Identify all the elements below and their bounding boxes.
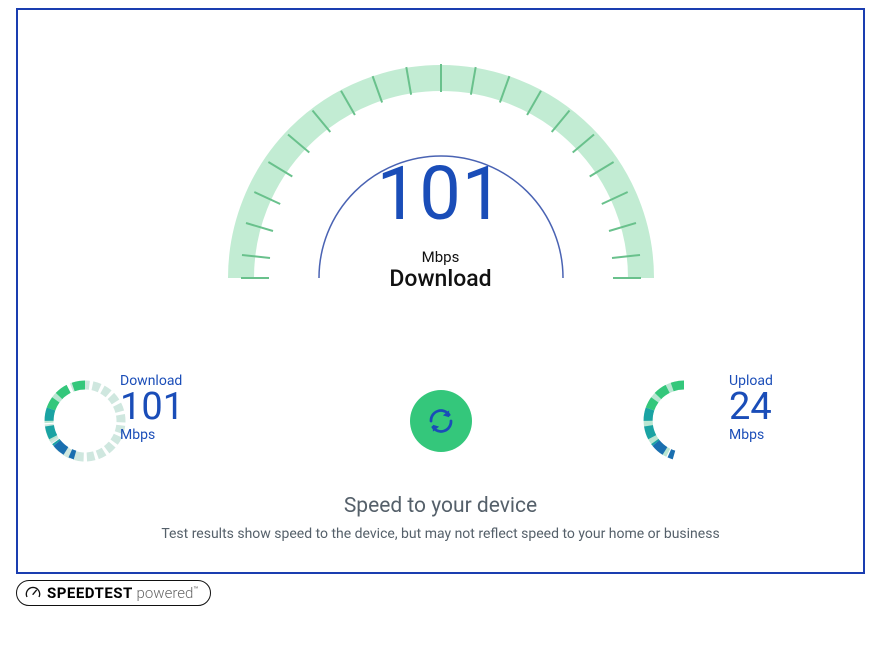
speedometer-icon (25, 585, 41, 601)
main-speed-label: Download (389, 265, 491, 292)
main-speed-unit: Mbps (422, 248, 460, 266)
brand-name: SPEEDTEST (47, 584, 133, 602)
download-value: 101 (120, 388, 184, 428)
download-gauge-icon (40, 366, 130, 466)
upload-value: 24 (729, 388, 841, 428)
upload-result: Upload 24 Mbps (641, 366, 841, 476)
speedtest-panel: 101 Mbps Download Download 101 Mbps (16, 8, 865, 574)
main-speed-value: 101 (377, 158, 505, 232)
brand-suffix: powered (137, 584, 194, 602)
download-result: Download 101 Mbps (40, 366, 240, 476)
restart-button[interactable] (410, 390, 472, 452)
footer-subtitle: Test results show speed to the device, b… (18, 526, 863, 542)
brand-badge: SPEEDTEST powered™ (16, 580, 211, 606)
upload-unit: Mbps (729, 428, 841, 442)
upload-gauge-icon (639, 366, 729, 466)
refresh-icon (426, 406, 456, 436)
trademark-icon: ™ (193, 585, 198, 594)
footer-title: Speed to your device (18, 494, 863, 518)
download-unit: Mbps (120, 428, 184, 442)
